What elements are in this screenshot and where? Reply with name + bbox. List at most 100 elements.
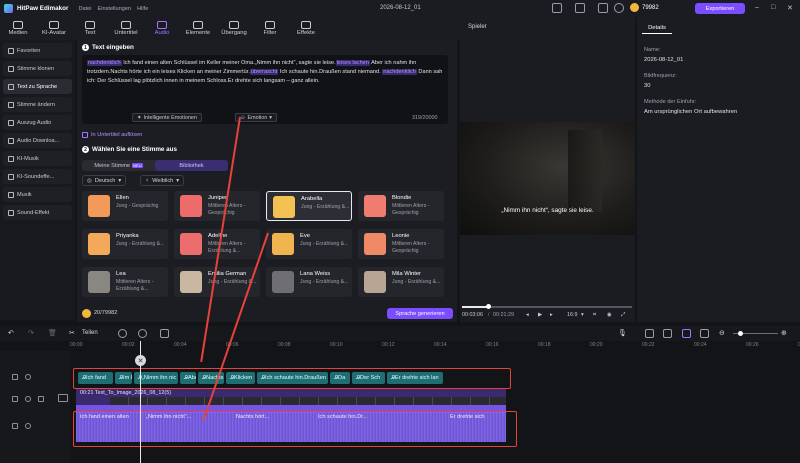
delete-icon[interactable]: 🗑 — [48, 329, 57, 337]
crop-icon[interactable] — [160, 329, 169, 338]
mic-icon[interactable]: 🎙 — [618, 329, 627, 337]
sidebar-item-7[interactable]: KI-Musik — [3, 151, 72, 166]
sound-icon — [8, 209, 14, 216]
snap-icon[interactable] — [700, 329, 709, 338]
toolbar-effekte[interactable]: Effekte — [288, 17, 324, 40]
eye-icon[interactable] — [25, 374, 31, 380]
sidebar-item-9[interactable]: Musik — [3, 187, 72, 202]
voice-card[interactable]: Lea Mittleren Alters - Erzählung &... — [82, 267, 168, 297]
tab-library[interactable]: Bibliothek — [155, 160, 228, 171]
tab-my-voice[interactable]: Meine Stimme NEU — [82, 160, 155, 171]
voice-card[interactable]: Leonie Mittleren Alters - Gesprächig — [358, 229, 444, 259]
sidebar-item-3[interactable]: Text zu Sprache — [3, 79, 72, 94]
smart-emotions-button[interactable]: ✦ Intelligente Emotionen — [132, 113, 202, 122]
toolbar-text[interactable]: Text — [72, 17, 108, 40]
maximize-icon[interactable]: □ — [771, 4, 775, 11]
speaker-icon[interactable] — [25, 423, 31, 429]
checkbox-icon[interactable] — [82, 132, 88, 138]
menu-settings[interactable]: Einstellungen — [98, 6, 132, 12]
speed-icon[interactable] — [138, 329, 147, 338]
chevron-down-icon[interactable]: ▾ — [581, 312, 584, 318]
voice-card[interactable]: Arabella Jung - Erzählung &... — [266, 191, 352, 221]
split-icon[interactable]: ✂ — [69, 329, 75, 337]
cover-icon[interactable] — [58, 394, 68, 402]
aspect-ratio[interactable]: 16:9 — [567, 312, 578, 318]
scrubber-handle[interactable] — [485, 304, 491, 309]
emotion-tag[interactable]: überrascht — [249, 69, 279, 75]
zoom-handle[interactable] — [738, 331, 743, 336]
toolbar--bergang[interactable]: Übergang — [216, 17, 252, 40]
sidebar-item-4[interactable]: Stimme ändern — [3, 97, 72, 112]
ruler-tick: 00:16 — [486, 342, 499, 348]
sidebar-item-2[interactable]: Stimme klonen — [3, 61, 72, 76]
preview-icon[interactable] — [682, 329, 691, 338]
emotion-dropdown[interactable]: ☺ Emotion ▾ — [235, 113, 278, 122]
toolbar-untertitel[interactable]: Untertitel — [108, 17, 144, 40]
emotion-tag[interactable]: nachdenklich — [87, 60, 122, 66]
voice-card[interactable]: Lana Weiss Jung - Erzählung &... — [266, 267, 352, 297]
redo-icon[interactable]: ↷ — [28, 329, 34, 337]
snapshot-icon[interactable]: ◉ — [607, 312, 612, 318]
next-frame-icon[interactable]: ▸ — [550, 312, 553, 318]
toolbar-medien[interactable]: Medien — [0, 17, 36, 40]
play-icon[interactable]: ▶ — [538, 312, 542, 318]
playhead-handle[interactable]: ✕ — [135, 355, 146, 366]
voice-card[interactable]: Priyanka Jung - Erzählung &... — [82, 229, 168, 259]
crop-icon[interactable]: ⌗ — [593, 312, 596, 319]
voice-name: Juniper — [208, 195, 228, 201]
tab-details[interactable]: Details — [642, 22, 672, 34]
zoom-out-icon[interactable]: ⊖ — [719, 329, 725, 337]
sidebar-item-label: Text zu Sprache — [17, 83, 58, 90]
toolbar-audio[interactable]: Audio — [144, 17, 180, 40]
minimize-icon[interactable]: – — [755, 4, 759, 11]
voice-card[interactable]: Mila Winter Jung - Erzählung &... — [358, 267, 444, 297]
gender-dropdown[interactable]: ♀ Weiblich ▾ — [140, 175, 185, 186]
zoom-in-icon[interactable]: ⊕ — [781, 329, 787, 337]
sidebar-item-10[interactable]: Sound-Effekt — [3, 205, 72, 220]
voice-card[interactable]: Juniper Mittleren Alters - Gesprächig — [174, 191, 260, 221]
close-icon[interactable]: ✕ — [787, 4, 793, 12]
sidebar-item-5[interactable]: Auszug Audio — [3, 115, 72, 130]
magnet-icon[interactable] — [663, 329, 672, 338]
prev-frame-icon[interactable]: ◂ — [526, 312, 529, 318]
toolbar-label: Übergang — [221, 30, 247, 36]
generate-speech-button[interactable]: Sprache generieren — [387, 308, 453, 319]
voice-card[interactable]: Ellen Jung - Gesprächig — [82, 191, 168, 221]
detail-label: Name: — [644, 47, 661, 53]
toolbar-ki-avatar[interactable]: KI-Avatar — [36, 17, 72, 40]
feedback-icon[interactable] — [552, 3, 562, 13]
account-icon[interactable] — [614, 3, 624, 13]
undo-icon[interactable]: ↶ — [8, 329, 14, 337]
fullscreen-icon[interactable]: ⤢ — [621, 312, 625, 319]
menu-file[interactable]: Datei — [78, 6, 91, 12]
toolbar-elemente[interactable]: Elemente — [180, 17, 216, 40]
timeline-ruler[interactable]: 00:00 00:02 00:04 00:06 00:08 00:10 00:12 00:14… — [70, 341, 800, 351]
shield-icon[interactable] — [118, 329, 127, 338]
emotion-tag[interactable]: leises lachen — [335, 60, 370, 66]
split-button[interactable]: Teilen — [82, 330, 98, 336]
ruler-tick: 00:12 — [382, 342, 395, 348]
menu-help[interactable]: Hilfe — [137, 6, 148, 12]
voice-card[interactable]: Blondie Mittleren Alters - Gesprächig — [358, 191, 444, 221]
ruler-tick: 00:18 — [538, 342, 551, 348]
coin-balance[interactable]: 79982 — [630, 3, 659, 12]
subtitle-checkbox[interactable]: In Untertitel auflösen — [82, 132, 142, 138]
playback-scrubber[interactable] — [462, 304, 632, 309]
voice-avatar — [273, 196, 295, 218]
eye-icon[interactable] — [25, 396, 31, 402]
lock-icon[interactable] — [38, 396, 44, 402]
gift-icon[interactable] — [598, 3, 608, 13]
video-preview[interactable]: „Nimm ihn nicht“, sagte sie leise. — [460, 122, 635, 235]
emotion-tag[interactable]: nachdenklich — [382, 69, 417, 75]
voice-description: Jung - Erzählung &... — [392, 279, 441, 285]
sidebar-item-6[interactable]: Audio Downloa... — [3, 133, 72, 148]
voice-card[interactable]: Eve Jung - Erzählung &... — [266, 229, 352, 259]
link-icon[interactable] — [645, 329, 654, 338]
export-button[interactable]: Exportieren — [695, 3, 745, 14]
message-icon[interactable] — [575, 3, 585, 13]
sidebar-item-1[interactable]: Favoriten — [3, 43, 72, 58]
sidebar-item-8[interactable]: KI-Soundeffe... — [3, 169, 72, 184]
extract-audio-icon — [8, 119, 14, 126]
toolbar-filter[interactable]: Filter — [252, 17, 288, 40]
language-dropdown[interactable]: ◎ Deutsch ▾ — [82, 175, 127, 186]
